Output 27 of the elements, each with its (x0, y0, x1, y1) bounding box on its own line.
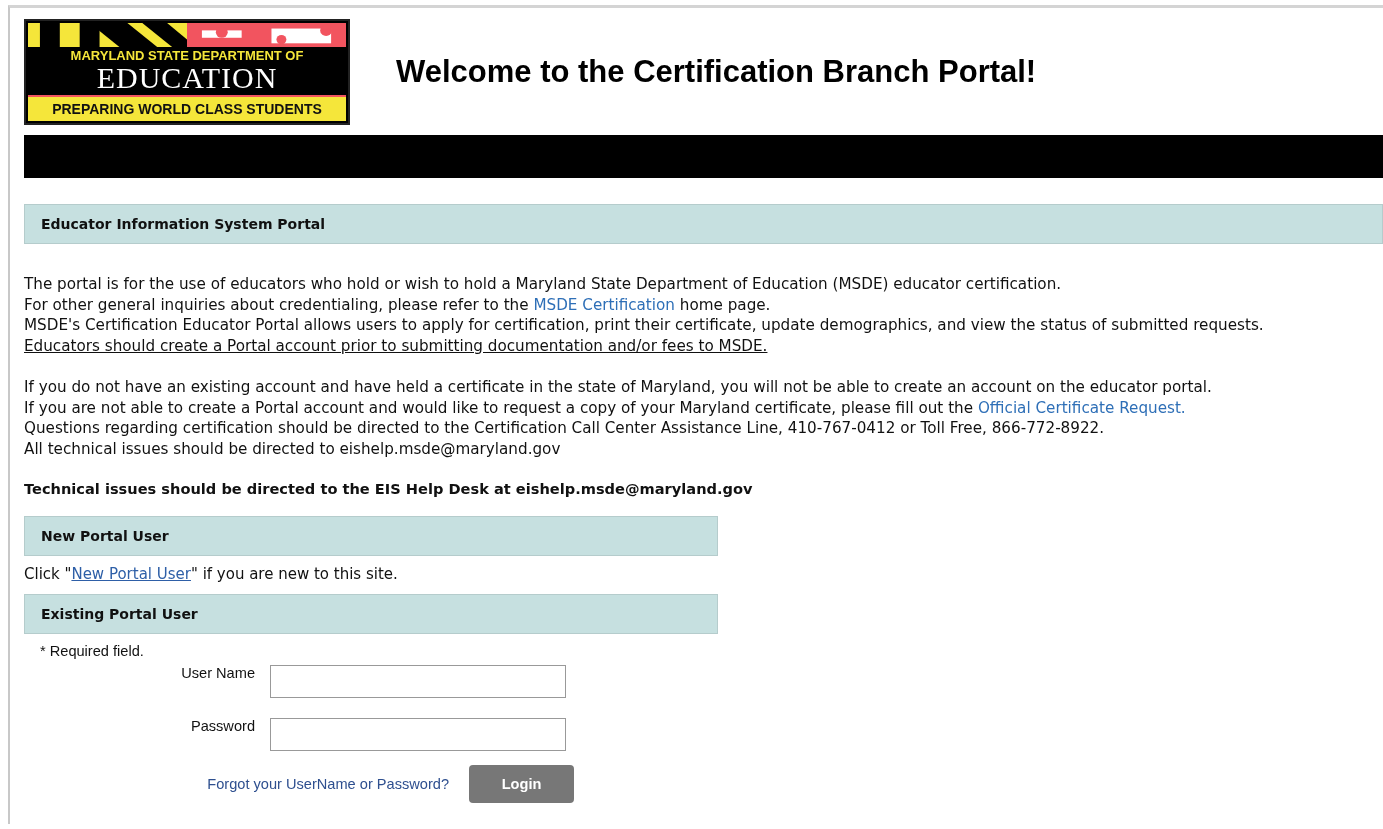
field-label: User Name (180, 664, 256, 681)
logo-tagline: PREPARING WORLD CLASS STUDENTS (28, 94, 346, 121)
section-header: Existing Portal User (24, 593, 718, 634)
field-label: Password (189, 717, 256, 734)
login-button[interactable]: Login (469, 764, 574, 803)
section-header: New Portal User (24, 515, 718, 556)
info-text: If you are not able to create a Portal account and would like to request a copy of your Maryland certificate, please fill out the Official Certificate Request. (24, 397, 1187, 419)
section-header: Educator Information System Portal (24, 204, 1383, 244)
info-text: All technical issues should be directed to eishelp.msde@maryland.gov (24, 438, 562, 460)
required-note: * Required field. (40, 642, 145, 659)
new-user-text: Click "New Portal User" if you are new to this site. (24, 564, 399, 583)
input-field[interactable] (270, 664, 566, 698)
logo-subtitle: MARYLAND STATE DEPARTMENT OF (70, 48, 304, 63)
logo-title: EDUCATION (96, 62, 278, 93)
page-title: Welcome to the Certification Branch Portal! (396, 53, 1037, 90)
info-text: If you do not have an existing account and have held a certificate in the state of Maryland, you will not be able to create an account on the educator portal. (24, 376, 1213, 398)
info-text: Questions regarding certification should be directed to the Certification Call Center Assistance Line, 410-767-0412 or Toll Free, 866-772-8922. (24, 418, 1106, 439)
notice-text: Technical issues should be directed to the EIS Help Desk at eishelp.msde@maryland.gov (24, 479, 754, 497)
info-link[interactable]: MSDE Certification (533, 295, 675, 314)
new-user-link[interactable]: New Portal User (71, 564, 191, 583)
info-text: MSDE's Certification Educator Portal allows users to apply for certification, print their certificate, update demographics, and view the status of submitted requests. (24, 315, 1265, 337)
forgot-link[interactable]: Forgot your UserName or Password? (207, 775, 449, 792)
info-text: For other general inquiries about credentialing, please refer to the MSDE Certification home page. (24, 294, 772, 316)
info-link[interactable]: Official Certificate Request. (977, 398, 1186, 417)
info-text: The portal is for the use of educators who hold or wish to hold a Maryland State Department of Education (MSDE) educator certification. (24, 274, 1063, 295)
input-field[interactable] (270, 717, 566, 751)
info-text: Educators should create a Portal account prior to submitting documentation and/or fees to MSDE. (24, 336, 769, 357)
